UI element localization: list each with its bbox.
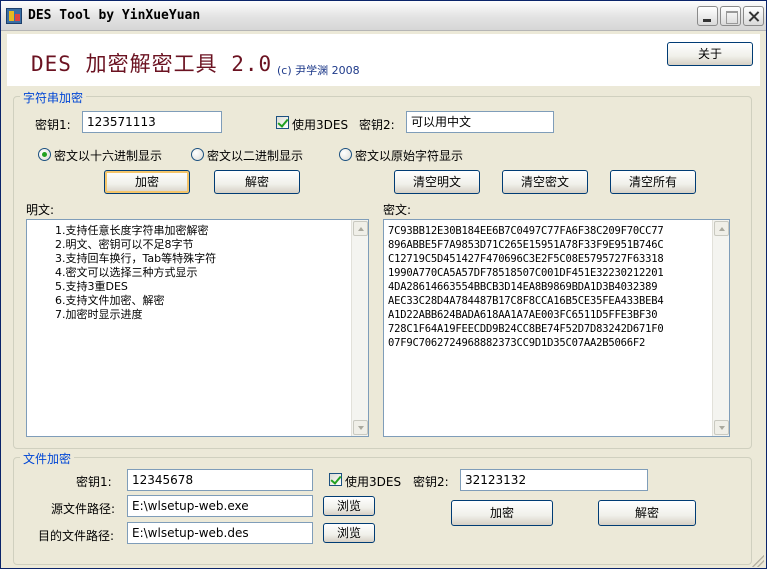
app-icon[interactable] [6, 8, 22, 24]
ciphertext-line: AEC33C28D4A784487B17C8F8CCA16B5CE35FEA43… [388, 295, 664, 307]
maximize-button[interactable] [720, 6, 741, 26]
window-title: DES Tool by YinXueYuan [28, 8, 201, 23]
radio-binary-display[interactable] [191, 148, 204, 161]
resize-grip-icon[interactable] [752, 555, 764, 567]
radio-binary-label: 密文以二进制显示 [207, 149, 304, 163]
ciphertext-scrollbar[interactable] [712, 220, 729, 436]
ciphertext-line: C12719C5D451427F470696C3E2F5C08E5795727F… [388, 253, 664, 265]
string-decrypt-button[interactable]: 解密 [214, 170, 300, 194]
plaintext-scrollbar[interactable] [351, 220, 368, 436]
file-key1-label: 密钥1: [76, 475, 112, 489]
radio-raw-display[interactable] [339, 148, 352, 161]
minimize-button[interactable] [697, 6, 718, 26]
header-panel: DES 加密解密工具 2.0 (c) 尹学渊 2008 [7, 34, 760, 86]
string-encrypt-button[interactable]: 加密 [104, 170, 190, 194]
close-button[interactable] [743, 6, 764, 26]
radio-hex-label: 密文以十六进制显示 [54, 149, 163, 163]
ciphertext-label: 密文: [383, 203, 412, 217]
ciphertext-line: 4DA28614663554BBCB3D14EA8B9869BDA1D3B403… [388, 281, 658, 293]
string-key2-label: 密钥2: [359, 118, 395, 132]
scroll-down-arrow-icon[interactable] [353, 420, 368, 435]
plaintext-line: 5.支持3重DES [55, 280, 128, 293]
title-bar[interactable]: DES Tool by YinXueYuan [1, 1, 766, 31]
about-button[interactable]: 关于 [667, 42, 753, 66]
client-area: DES 加密解密工具 2.0 (c) 尹学渊 2008 关于 字符串加密 密钥1… [3, 32, 764, 567]
plaintext-label: 明文: [26, 203, 55, 217]
scroll-down-arrow-icon[interactable] [714, 420, 729, 435]
plaintext-line: 4.密文可以选择三种方式显示 [55, 266, 198, 279]
minimize-icon [698, 7, 717, 25]
string-key1-label: 密钥1: [35, 118, 71, 132]
source-path-label: 源文件路径: [51, 502, 116, 516]
scroll-up-arrow-icon[interactable] [714, 221, 729, 236]
close-icon [744, 7, 763, 25]
ciphertext-line: 1990A770CA5A57DF78518507C001DF451E322302… [388, 267, 664, 279]
clear-ciphertext-button[interactable]: 清空密文 [502, 170, 588, 194]
source-browse-button[interactable]: 浏览 [323, 496, 375, 516]
plaintext-line: 1.支持任意长度字符串加密解密 [55, 224, 209, 237]
string-key1-input[interactable]: 123571113 [82, 111, 222, 133]
file-key1-input[interactable]: 12345678 [127, 469, 313, 491]
string-key2-input[interactable]: 可以用中文 [406, 111, 554, 133]
string-use3des-checkbox[interactable] [276, 116, 289, 129]
file-use3des-checkbox[interactable] [329, 473, 342, 486]
clear-plaintext-button[interactable]: 清空明文 [394, 170, 480, 194]
dest-browse-button[interactable]: 浏览 [323, 523, 375, 543]
file-encrypt-button[interactable]: 加密 [451, 500, 553, 526]
clear-all-button[interactable]: 清空所有 [610, 170, 696, 194]
string-encrypt-group: 字符串加密 密钥1: 123571113 使用3DES 密钥2: 可以用中文 密… [13, 89, 752, 449]
file-key2-input[interactable]: 32123132 [460, 469, 648, 491]
copyright-text: (c) 尹学渊 2008 [277, 64, 360, 77]
ciphertext-line: A1D22ABB624BADA618AA1A7AE003FC6511D5FFE3… [388, 309, 658, 321]
file-use3des-label: 使用3DES [345, 475, 402, 489]
maximize-icon [721, 7, 740, 25]
ciphertext-line: 07F9C7062724968882373CC9D1D35C07AA2B5066… [388, 337, 646, 349]
ciphertext-line: 728C1F64A19FEECDD9B24CC8BE74F52D7D83242D… [388, 323, 664, 335]
dest-path-label: 目的文件路径: [38, 529, 115, 543]
file-encrypt-group: 文件加密 密钥1: 12345678 使用3DES 密钥2: 32123132 … [13, 450, 752, 565]
string-use3des-label: 使用3DES [292, 118, 349, 132]
plaintext-line: 6.支持文件加密、解密 [55, 294, 165, 307]
source-path-input[interactable]: E:\wlsetup-web.exe [127, 495, 313, 517]
plaintext-textarea[interactable]: 1.支持任意长度字符串加密解密 2.明文、密钥可以不足8字节 3.支持回车换行，… [26, 219, 369, 437]
plaintext-line: 3.支持回车换行，Tab等特殊字符 [55, 252, 217, 265]
plaintext-line: 2.明文、密钥可以不足8字节 [55, 238, 194, 251]
ciphertext-content: 7C93BB12E30B184EE6B7C0497C77FA6F38C209F7… [388, 224, 711, 434]
plaintext-content: 1.支持任意长度字符串加密解密 2.明文、密钥可以不足8字节 3.支持回车换行，… [31, 224, 348, 434]
ciphertext-line: 896ABBE5F7A9853D71C265E15951A78F33F9E951… [388, 239, 664, 251]
file-key2-label: 密钥2: [413, 475, 449, 489]
string-group-title: 字符串加密 [20, 89, 87, 106]
file-group-title: 文件加密 [20, 450, 75, 467]
plaintext-line: 7.加密时显示进度 [55, 308, 143, 321]
app-window: DES Tool by YinXueYuan DES 加密解密工具 2.0 (c… [0, 0, 767, 569]
radio-raw-label: 密文以原始字符显示 [355, 149, 464, 163]
radio-hex-display[interactable] [38, 148, 51, 161]
ciphertext-textarea[interactable]: 7C93BB12E30B184EE6B7C0497C77FA6F38C209F7… [383, 219, 730, 437]
ciphertext-line: 7C93BB12E30B184EE6B7C0497C77FA6F38C209F7… [388, 225, 664, 237]
app-heading: DES 加密解密工具 2.0 [31, 52, 273, 76]
file-decrypt-button[interactable]: 解密 [598, 500, 696, 526]
scroll-up-arrow-icon[interactable] [353, 221, 368, 236]
dest-path-input[interactable]: E:\wlsetup-web.des [127, 522, 313, 544]
